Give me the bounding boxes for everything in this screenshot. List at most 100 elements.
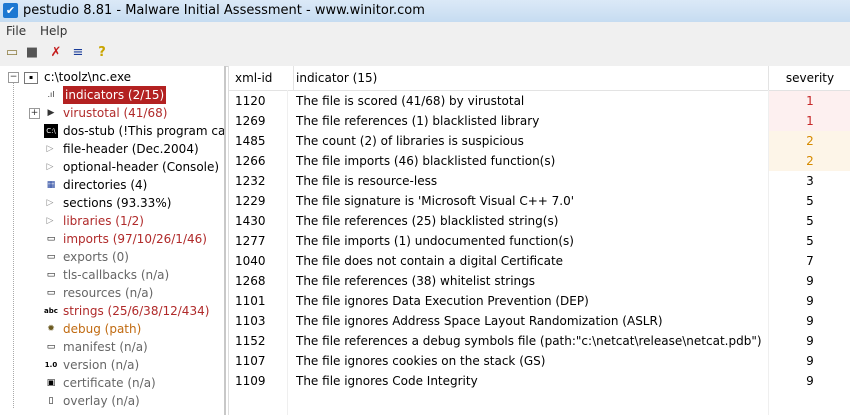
table-row[interactable]: 1232 The file is resource-less 3 bbox=[229, 171, 850, 191]
col-header-indicator[interactable]: indicator (15) bbox=[294, 66, 769, 91]
imports-icon: ▭ bbox=[46, 234, 56, 244]
tree-item[interactable]: ✹ debug (path) bbox=[0, 320, 224, 338]
tree-item-label: strings (25/6/38/12/434) bbox=[63, 304, 210, 318]
col-header-severity[interactable]: severity bbox=[769, 66, 850, 91]
table-row[interactable]: 1107 The file ignores cookies on the stac… bbox=[229, 351, 850, 371]
xml-id-cell: 1107 bbox=[235, 354, 266, 368]
table-row[interactable]: 1103 The file ignores Address Space Layou… bbox=[229, 311, 850, 331]
indicator-cell: The file is resource-less bbox=[296, 174, 438, 188]
tree-root[interactable]: − ▪ c:\toolz\nc.exe bbox=[0, 68, 224, 86]
table-row[interactable]: 1485 The count (2) of libraries is suspic… bbox=[229, 131, 850, 151]
tree-item[interactable]: ▷ sections (93.33%) bbox=[0, 194, 224, 212]
table-row[interactable]: 1101 The file ignores Data Execution Prev… bbox=[229, 291, 850, 311]
tree-item-label: sections (93.33%) bbox=[63, 196, 172, 210]
xml-id-cell: 1229 bbox=[235, 194, 266, 208]
table-row[interactable]: 1277 The file imports (1) undocumented fu… bbox=[229, 231, 850, 251]
xml-id-cell: 1152 bbox=[235, 334, 266, 348]
severity-value: 5 bbox=[806, 214, 814, 228]
xml-id-cell: 1040 bbox=[235, 254, 266, 268]
help-icon[interactable]: ? bbox=[94, 45, 110, 61]
tree-item[interactable]: 1.0 version (n/a) bbox=[0, 356, 224, 374]
tree-item[interactable]: ▭ manifest (n/a) bbox=[0, 338, 224, 356]
severity-cell: 1 bbox=[769, 91, 850, 111]
severity-value: 3 bbox=[806, 174, 814, 188]
expand-icon[interactable]: + bbox=[29, 108, 40, 119]
table-row[interactable]: 1040 The file does not contain a digital … bbox=[229, 251, 850, 271]
virustotal-icon: ▶ bbox=[47, 108, 55, 118]
tree-item[interactable]: .ıl indicators (2/15) bbox=[0, 86, 224, 104]
collapse-icon[interactable]: − bbox=[8, 72, 19, 83]
open-folder-icon[interactable]: ▭ bbox=[4, 45, 20, 61]
delete-icon[interactable]: ✗ bbox=[48, 45, 64, 61]
save-icon[interactable]: ■ bbox=[24, 45, 40, 61]
tree-item[interactable]: ▭ imports (97/10/26/1/46) bbox=[0, 230, 224, 248]
xml-id-cell: 1232 bbox=[235, 174, 266, 188]
debug-icon: ✹ bbox=[47, 324, 55, 334]
tree-item-label: imports (97/10/26/1/46) bbox=[63, 232, 207, 246]
table-row[interactable]: 1268 The file references (38) whitelist s… bbox=[229, 271, 850, 291]
table-row[interactable]: 1109 The file ignores Code Integrity 9 bbox=[229, 371, 850, 391]
tree-item[interactable]: ▭ exports (0) bbox=[0, 248, 224, 266]
col-header-xmlid[interactable]: xml-id bbox=[229, 66, 294, 91]
table-row[interactable]: 1266 The file imports (46) blacklisted fu… bbox=[229, 151, 850, 171]
xml-id-cell: 1268 bbox=[235, 274, 266, 288]
tree-item[interactable]: abc strings (25/6/38/12/434) bbox=[0, 302, 224, 320]
severity-cell: 2 bbox=[769, 131, 850, 151]
severity-value: 2 bbox=[806, 134, 814, 148]
tree-item-label: file-header (Dec.2004) bbox=[63, 142, 199, 156]
tree-item-label: resources (n/a) bbox=[63, 286, 154, 300]
tree-item[interactable]: ▷ libraries (1/2) bbox=[0, 212, 224, 230]
severity-value: 9 bbox=[806, 374, 814, 388]
tree-view[interactable]: − ▪ c:\toolz\nc.exe .ıl indicators (2/15)… bbox=[0, 66, 226, 415]
tree-item[interactable]: ▭ tls-callbacks (n/a) bbox=[0, 266, 224, 284]
tree-item[interactable]: C:\ dos-stub (!This program can bbox=[0, 122, 224, 140]
table-row[interactable]: 1430 The file references (25) blacklisted… bbox=[229, 211, 850, 231]
table-row[interactable]: 1269 The file references (1) blacklisted … bbox=[229, 111, 850, 131]
list-icon[interactable]: ≡ bbox=[70, 45, 86, 61]
severity-cell: 9 bbox=[769, 311, 850, 331]
tree-item-label: version (n/a) bbox=[63, 358, 140, 372]
tls-callbacks-icon: ▭ bbox=[46, 270, 56, 280]
tree-item[interactable]: ▯ overlay (n/a) bbox=[0, 392, 224, 410]
tree-item-label: indicators (2/15) bbox=[63, 86, 167, 104]
indicator-cell: The file does not contain a digital Cert… bbox=[296, 254, 564, 268]
menu-file[interactable]: File bbox=[6, 24, 26, 38]
indicator-cell: The file references (25) blacklisted str… bbox=[296, 214, 559, 228]
xml-id-cell: 1109 bbox=[235, 374, 266, 388]
indicator-cell: The file ignores cookies on the stack (G… bbox=[296, 354, 546, 368]
app-check-icon: ✔ bbox=[3, 3, 18, 18]
indicator-cell: The file imports (46) blacklisted functi… bbox=[296, 154, 556, 168]
tree-item[interactable]: ▣ certificate (n/a) bbox=[0, 374, 224, 392]
tree-item[interactable]: ▷ optional-header (Console) bbox=[0, 158, 224, 176]
tree-item[interactable]: + ▶ virustotal (41/68) bbox=[0, 104, 224, 122]
severity-cell: 9 bbox=[769, 271, 850, 291]
indicators-icon: .ıl bbox=[47, 90, 55, 99]
table-row[interactable]: 1152 The file references a debug symbols … bbox=[229, 331, 850, 351]
menu-help[interactable]: Help bbox=[40, 24, 67, 38]
tree-item[interactable]: ▭ resources (n/a) bbox=[0, 284, 224, 302]
xml-id-cell: 1266 bbox=[235, 154, 266, 168]
xml-id-cell: 1277 bbox=[235, 234, 266, 248]
xml-id-cell: 1430 bbox=[235, 214, 266, 228]
severity-cell: 7 bbox=[769, 251, 850, 271]
libraries-icon: ▷ bbox=[46, 216, 54, 226]
severity-value: 1 bbox=[806, 114, 814, 128]
tree-root-label: c:\toolz\nc.exe bbox=[44, 70, 132, 84]
severity-cell: 1 bbox=[769, 111, 850, 131]
toolbar: ▭ ■ ✗ ≡ ? bbox=[0, 41, 850, 67]
indicator-cell: The count (2) of libraries is suspicious bbox=[296, 134, 524, 148]
window-title: pestudio 8.81 - Malware Initial Assessme… bbox=[23, 3, 425, 18]
table-row[interactable]: 1229 The file signature is 'Microsoft Vis… bbox=[229, 191, 850, 211]
severity-value: 9 bbox=[806, 354, 814, 368]
xml-id-cell: 1485 bbox=[235, 134, 266, 148]
overlay-icon: ▯ bbox=[48, 396, 54, 406]
severity-cell: 9 bbox=[769, 371, 850, 391]
severity-cell: 9 bbox=[769, 331, 850, 351]
table-row[interactable]: 1120 The file is scored (41/68) by virust… bbox=[229, 91, 850, 111]
severity-cell: 3 bbox=[769, 171, 850, 191]
resources-icon: ▭ bbox=[46, 288, 56, 298]
tree-item[interactable]: ▦ directories (4) bbox=[0, 176, 224, 194]
tree-item-label: debug (path) bbox=[63, 322, 142, 336]
tree-item[interactable]: ▷ file-header (Dec.2004) bbox=[0, 140, 224, 158]
xml-id-cell: 1120 bbox=[235, 94, 266, 108]
